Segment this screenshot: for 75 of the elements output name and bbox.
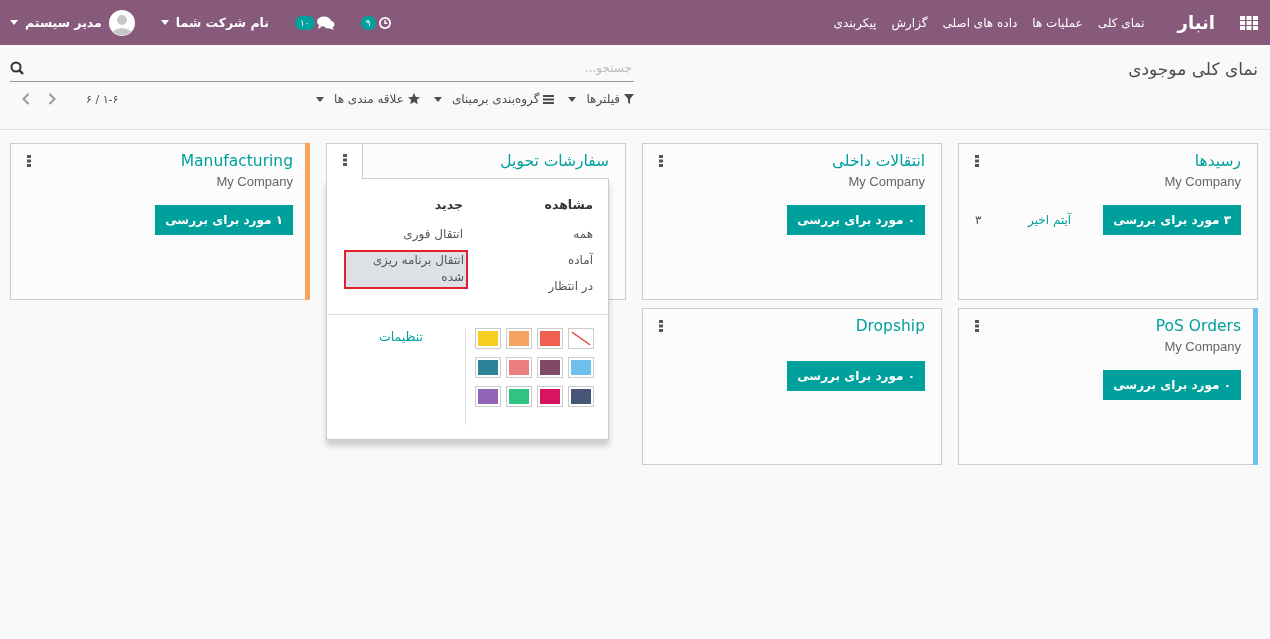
vertical-dots-icon [658,155,663,167]
company-name: My Company [848,174,925,189]
menu-item[interactable]: نمای کلی [1097,15,1145,30]
menu-item[interactable]: در انتظار [548,278,593,295]
card-title[interactable]: انتقالات داخلی [831,152,925,170]
company-name: My Company [1164,174,1241,189]
filter-dropdown-button[interactable]: فیلترها [568,92,634,106]
to-process-button[interactable]: ۱ مورد برای بررسی [155,205,293,235]
funnel-icon [624,94,634,104]
color-swatch[interactable] [538,329,562,348]
caret-icon [316,96,325,102]
color-swatch[interactable] [538,387,562,406]
color-swatch[interactable] [507,387,531,406]
caret-icon [10,20,18,25]
company-name: My Company [1164,339,1241,354]
menu-item[interactable]: عملیات ها [1032,15,1083,30]
card-title[interactable]: سفارشات تحویل [500,152,609,170]
recent-items-link[interactable]: آیتم اخیر [1028,213,1072,227]
to-process-button[interactable]: ۰ مورد برای بررسی [1103,370,1241,400]
avatar-icon [108,9,135,36]
page-title: نمای کلی موجودی [1128,58,1258,79]
vertical-dots-icon [658,320,663,332]
color-swatch[interactable] [569,387,593,406]
color-swatch[interactable] [569,358,593,377]
card-menu-toggle[interactable] [326,144,363,180]
color-swatch[interactable] [569,329,593,348]
color-swatch[interactable] [476,329,500,348]
color-swatch[interactable] [476,387,500,406]
menu-item[interactable]: آماده [567,252,593,269]
card-title[interactable]: Dropship [855,317,925,335]
vertical-dots-icon [974,155,979,167]
to-process-button[interactable]: ۰ مورد برای بررسی [787,205,925,235]
menu-section-heading: جدید [434,197,463,212]
vertical-dots-icon [26,155,31,167]
clock-icon [377,15,392,30]
menu-item[interactable]: انتقال برنامه ریزی شده [346,252,466,287]
chevron-right-icon [48,93,56,105]
menu-item[interactable]: داده های اصلی [942,15,1018,30]
app-title: انبار [1177,12,1215,33]
to-process-button[interactable]: ۰ مورد برای بررسی [787,361,925,391]
company-switcher[interactable]: نام شرکت شما [175,15,269,30]
to-process-button[interactable]: ۳ مورد برای بررسی [1103,205,1241,235]
menu-section-heading: مشاهده [544,197,593,212]
menu-item[interactable]: همه [573,226,593,243]
card-title[interactable]: PoS Orders [1155,317,1241,335]
count-badge: ۹ [360,15,376,30]
star-icon [407,93,420,105]
card-title[interactable]: Manufacturing [180,152,293,170]
color-swatch[interactable] [476,358,500,377]
chevron-left-icon [22,93,30,105]
list-icon [543,94,555,104]
chat-bubbles-icon [316,15,335,30]
settings-link[interactable]: تنظیمات [378,329,423,344]
search-field[interactable]: جستجو... [24,55,634,81]
vertical-dots-icon [342,154,347,166]
menu-item[interactable]: انتقال فوری [403,226,463,243]
user-menu[interactable]: مدیر سیستم [25,15,102,30]
caret-icon [568,96,577,102]
filter-dropdown-button[interactable]: گروه‌بندی برمبنای [433,92,555,106]
menu-item[interactable]: پیکربندی [833,15,877,30]
color-swatch[interactable] [507,329,531,348]
apps-grid-icon [1240,15,1258,30]
recent-count: ۳ [975,213,982,227]
caret-icon [433,96,442,102]
menu-item[interactable]: گزارش [891,15,928,30]
caret-icon [160,20,169,25]
filter-dropdown-button[interactable]: علاقه مندی ها [316,92,420,106]
search-icon [10,61,24,75]
vertical-dots-icon [974,320,979,332]
color-swatch[interactable] [538,358,562,377]
count-badge: ۱۰ [295,15,315,30]
color-swatch[interactable] [507,358,531,377]
card-title[interactable]: رسیدها [1194,152,1241,170]
company-name: My Company [216,174,293,189]
pager-counter: ۱-۶ / ۶ [86,92,119,106]
